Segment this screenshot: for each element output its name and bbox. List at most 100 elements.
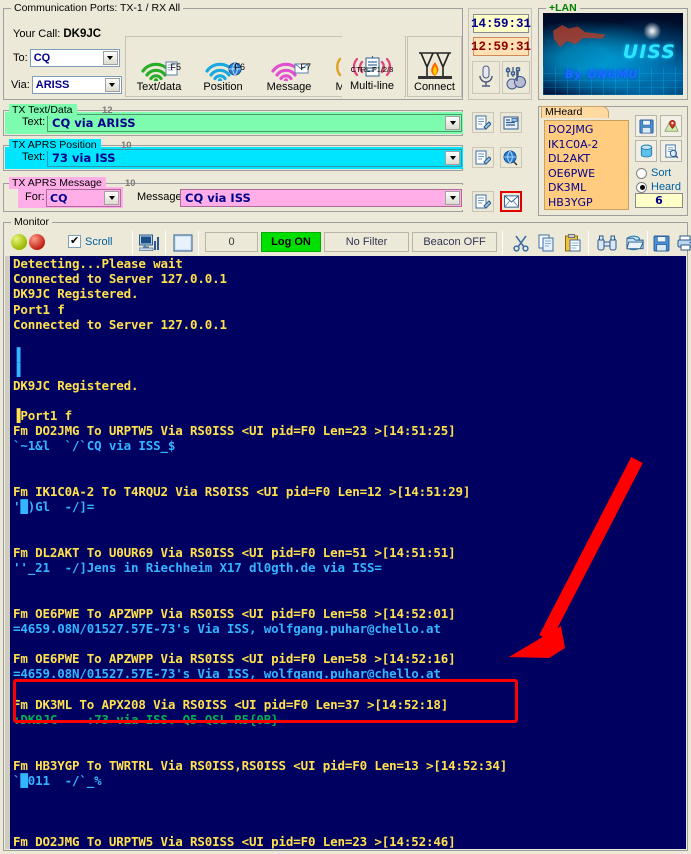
map-pin-icon (663, 119, 679, 132)
microphone-button[interactable] (472, 61, 500, 94)
text-data-label: Text/data (136, 81, 182, 93)
monitor-terminal[interactable]: Detecting...Please wait Connected to Serv… (5, 256, 686, 849)
tx-aprs-message-input[interactable]: CQ via ISS (180, 189, 462, 207)
monitor-group: Monitor Scroll 0 (3, 216, 691, 851)
cut-button[interactable] (509, 231, 533, 255)
via-combo[interactable]: ARISS (31, 76, 122, 94)
toolbar-separator (588, 231, 589, 255)
tx-text-data-action-button[interactable] (500, 112, 522, 133)
copy-button[interactable] (535, 231, 559, 255)
tx-aprs-position-text-label: Text: (22, 151, 46, 163)
chevron-down-icon[interactable] (445, 191, 460, 205)
text-list-icon (503, 116, 519, 129)
tx-aprs-message-group: TX APRS Message 10 For: CQ Message: CQ v… (3, 177, 463, 212)
tx-aprs-message-send-button[interactable] (500, 191, 522, 212)
mheard-call-item[interactable]: HB3YGP (548, 196, 628, 210)
monitor-line: =4659.08N/01527.57E-73's Via ISS, wolfga… (13, 666, 441, 682)
utc-clock: 14:59:31 (471, 14, 531, 33)
beacon-toggle-button[interactable]: Beacon OFF (412, 232, 497, 252)
mheard-title: MHeard (545, 106, 583, 118)
print-button[interactable] (674, 231, 691, 255)
mheard-save-button[interactable] (635, 115, 657, 137)
tx-text-data-edit-button[interactable] (472, 112, 494, 133)
tx-text-data-text-label: Text: (22, 116, 46, 128)
find-binoculars-icon (597, 235, 617, 251)
tx-text-data-input[interactable]: CQ via ARISS (47, 114, 462, 132)
green-led (11, 234, 27, 250)
tx-aprs-position-edit-button[interactable] (472, 147, 494, 168)
mheard-database-button[interactable] (635, 140, 657, 162)
mheard-call-item[interactable]: IK1C0A-2 (548, 138, 628, 153)
mheard-call-item[interactable]: OE6PWE (548, 167, 628, 182)
chevron-down-icon[interactable] (445, 151, 460, 165)
uiss-logo-text: UISS (622, 41, 676, 63)
chevron-down-icon[interactable] (445, 116, 460, 130)
to-combo[interactable]: CQ (29, 49, 120, 67)
chevron-down-icon[interactable] (102, 51, 118, 65)
monitor-line (10, 575, 686, 590)
open-file-button[interactable] (623, 231, 647, 255)
your-call-line: Your Call: DK9JC (13, 28, 101, 40)
multi-line-button[interactable]: CTRL F1/2/3 Multi-line (342, 38, 402, 94)
chevron-down-icon[interactable] (104, 191, 119, 205)
tx-aprs-message-for-combo[interactable]: CQ (46, 189, 121, 207)
sound-mixer-button[interactable] (502, 61, 530, 94)
mheard-map-button[interactable] (660, 115, 682, 137)
uiss-logo-author: By ON6MU (565, 68, 639, 81)
monitor-line: ''_21 -/]Jens in Riechheim X17 dl0gth.de… (13, 560, 382, 576)
monitor-toolbar: Scroll 0 Log ON No Filte (5, 228, 686, 256)
mheard-call-item[interactable]: DL2AKT (548, 152, 628, 167)
mheard-sort-label: Sort (651, 167, 672, 179)
filter-label: No Filter (345, 236, 388, 248)
mheard-page-search-button[interactable] (660, 140, 682, 162)
toolbar-separator (132, 231, 133, 255)
toolbar-separator (647, 231, 648, 255)
monitor-line: ▐Port1 f (13, 408, 73, 424)
scroll-checkbox[interactable]: Scroll (68, 234, 113, 248)
paste-button[interactable] (561, 231, 585, 255)
monitor-line: Fm OE6PWE To APZWPP Via RS0ISS <UI pid=F… (13, 605, 456, 621)
position-fkey: F6 (234, 62, 245, 72)
save-file-button[interactable] (649, 231, 673, 255)
monitor-chart-button[interactable] (138, 231, 162, 255)
mheard-heard-radio[interactable]: Heard (636, 181, 681, 193)
envelope-send-icon (503, 195, 519, 208)
monitor-line: :DK9JC :73 via ISS. Q5 QSL R5{0B} (13, 712, 279, 728)
message-button[interactable]: F7 Message (256, 39, 322, 95)
mheard-call-item[interactable]: DO2JMG (548, 123, 628, 138)
log-toggle-button[interactable]: Log ON (261, 232, 321, 252)
position-button[interactable]: F6 Position (192, 39, 254, 95)
mheard-call-item[interactable]: DK3ML (548, 181, 628, 196)
tx-aprs-position-group: TX APRS Position 10 Text: 73 via ISS (3, 139, 463, 171)
monitor-line: ▐ (13, 362, 21, 378)
tx-aprs-message-edit-button[interactable] (472, 191, 494, 212)
monitor-line: Fm DO2JMG To URPTW5 Via RS0ISS <UI pid=F… (13, 833, 456, 849)
monitor-line (10, 454, 686, 469)
to-field-row: To: CQ (13, 49, 120, 67)
mheard-group: MHeard DO2JMG IK1C0A-2 DL2AKT OE6PWE DK3… (538, 106, 688, 216)
checkbox-checked-icon (68, 234, 81, 248)
toolbar-separator (502, 231, 503, 255)
copy-icon (538, 234, 554, 252)
monitor-title: Monitor (11, 216, 53, 228)
monitor-line: `█011 -/`_% (13, 772, 102, 788)
text-data-button[interactable]: F5 Text/data (128, 39, 190, 95)
mheard-call-list[interactable]: DO2JMG IK1C0A-2 DL2AKT OE6PWE DK3ML HB3Y… (544, 120, 629, 210)
iss-satellite-graphic (553, 25, 605, 48)
red-led (29, 234, 45, 250)
tx-aprs-position-input[interactable]: 73 via ISS (47, 149, 462, 167)
monitor-line: Fm DL2AKT To U0UR69 Via RS0ISS <UI pid=F… (13, 544, 456, 560)
edit-note-icon (475, 150, 491, 165)
tx-aprs-position-globe-button[interactable] (500, 147, 522, 168)
chevron-down-icon[interactable] (104, 78, 120, 92)
toolbar-separator (165, 231, 166, 255)
tx-aprs-message-for-value: CQ (50, 191, 68, 205)
monitor-line: Fm DK3ML To APX208 Via RS0ISS <UI pid=F0… (13, 696, 449, 712)
filter-button[interactable]: No Filter (324, 232, 409, 252)
text-data-fkey: F5 (170, 62, 181, 72)
clear-screen-button[interactable] (171, 231, 195, 255)
mheard-sort-radio[interactable]: Sort (636, 167, 671, 179)
find-button[interactable] (595, 231, 619, 255)
monitor-line (10, 803, 686, 818)
connect-button[interactable]: Connect (409, 39, 460, 95)
